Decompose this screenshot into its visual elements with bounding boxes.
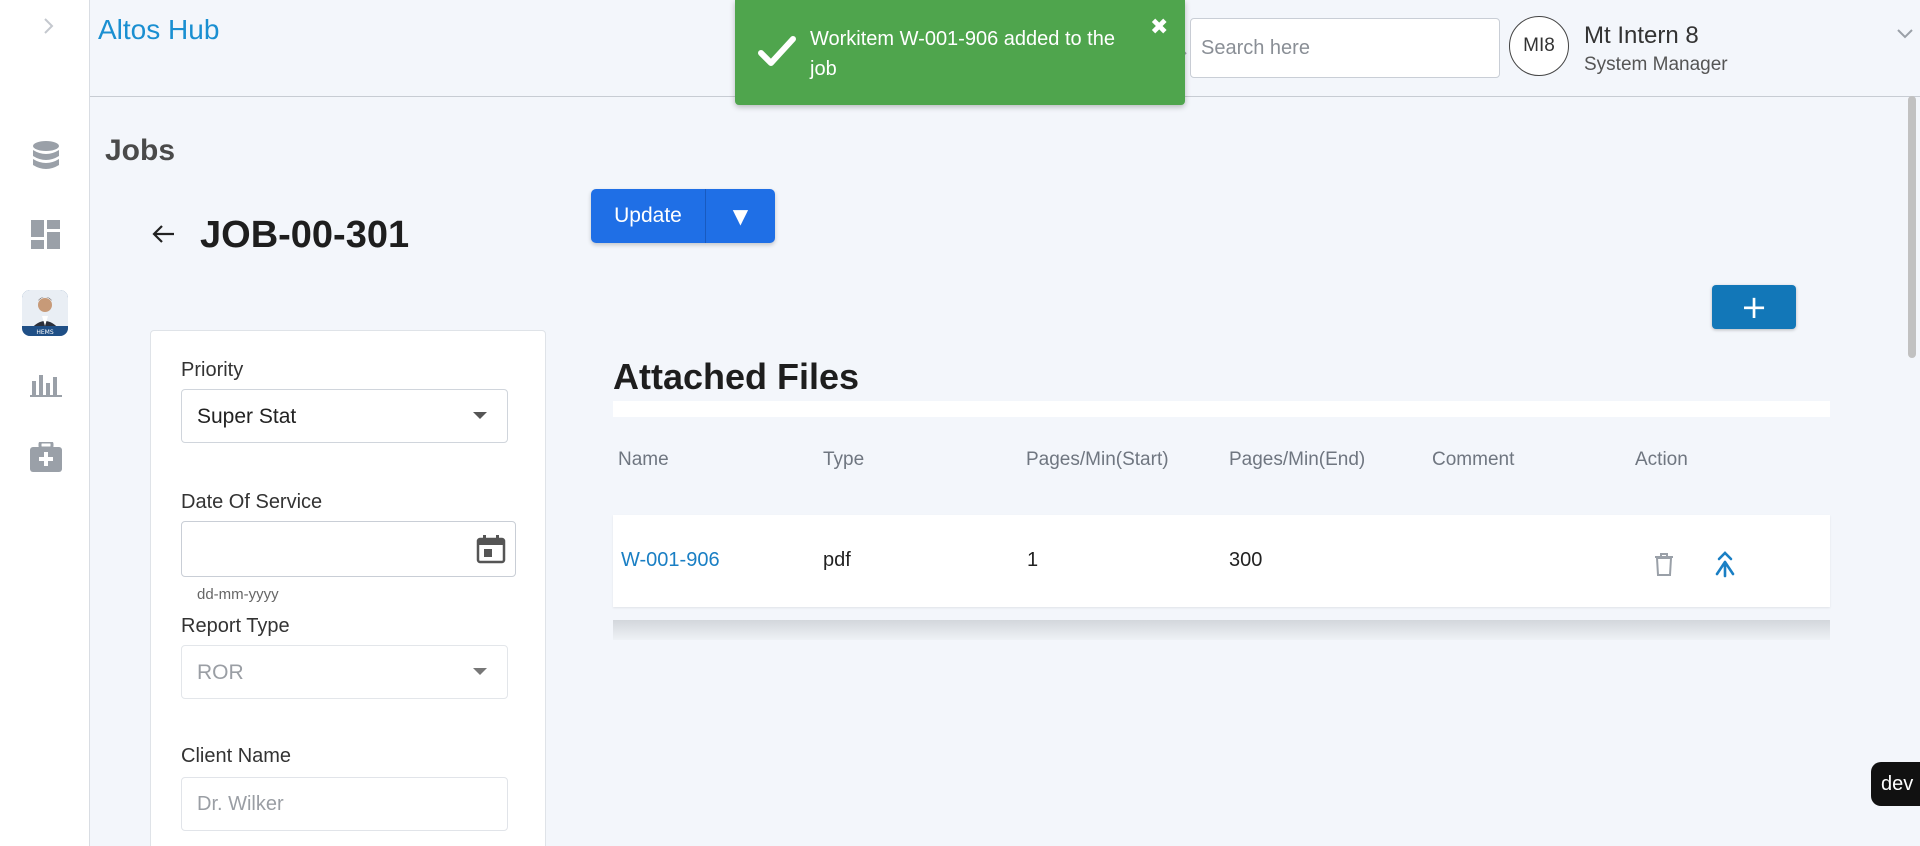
date-format-hint: dd-mm-yyyy bbox=[197, 586, 279, 603]
dropdown-caret-icon bbox=[473, 668, 487, 675]
table-top-band bbox=[613, 401, 1830, 417]
medical-kit-icon[interactable] bbox=[27, 438, 65, 476]
column-header-type: Type bbox=[823, 449, 865, 470]
user-name: Mt Intern 8 bbox=[1584, 22, 1699, 49]
user-role: System Manager bbox=[1584, 54, 1728, 75]
column-header-comment: Comment bbox=[1432, 449, 1515, 470]
calendar-icon[interactable] bbox=[475, 533, 507, 565]
report-type-select[interactable]: ROR bbox=[181, 645, 508, 699]
file-type: pdf bbox=[823, 549, 851, 571]
success-toast: Workitem W-001-906 added to the job ✖ bbox=[735, 0, 1185, 105]
bar-chart-icon[interactable] bbox=[27, 364, 65, 402]
table-row bbox=[613, 515, 1830, 607]
trash-icon[interactable] bbox=[1650, 550, 1678, 578]
priority-value: Super Stat bbox=[197, 405, 297, 428]
client-name-input[interactable]: Dr. Wilker bbox=[181, 777, 508, 831]
chevron-right-icon[interactable] bbox=[36, 14, 60, 38]
attached-files-title: Attached Files bbox=[613, 356, 860, 397]
hems-avatar-icon[interactable]: HEMS bbox=[22, 290, 68, 336]
search-input[interactable] bbox=[1201, 19, 1491, 77]
add-file-button[interactable]: + bbox=[1712, 285, 1796, 329]
priority-select[interactable]: Super Stat bbox=[181, 389, 508, 443]
pages-end: 300 bbox=[1229, 549, 1263, 571]
update-button[interactable]: Update bbox=[591, 189, 706, 243]
table-bottom-shadow bbox=[613, 620, 1830, 640]
client-name-label: Client Name bbox=[181, 745, 292, 767]
dropdown-caret-icon bbox=[473, 412, 487, 419]
close-icon[interactable]: ✖ bbox=[1150, 16, 1172, 38]
dashboard-icon[interactable] bbox=[27, 216, 65, 254]
date-of-service-label: Date Of Service bbox=[181, 491, 323, 513]
report-type-value: ROR bbox=[197, 661, 244, 684]
job-details-form: Priority Super Stat Date Of Service dd-m… bbox=[150, 330, 546, 846]
date-of-service-input[interactable] bbox=[181, 521, 516, 577]
merge-icon[interactable] bbox=[1711, 550, 1739, 578]
file-name-link[interactable]: W-001-906 bbox=[621, 549, 720, 572]
back-arrow-icon[interactable] bbox=[150, 222, 178, 246]
page-scrollbar[interactable] bbox=[1908, 96, 1916, 358]
update-dropdown-button[interactable]: ▼ bbox=[706, 189, 775, 243]
column-header-pages-start: Pages/Min(Start) bbox=[1026, 449, 1169, 470]
client-name-value: Dr. Wilker bbox=[197, 793, 284, 815]
toast-message: Workitem W-001-906 added to the job bbox=[810, 28, 1115, 80]
brand-title[interactable]: Altos Hub bbox=[98, 14, 219, 46]
job-title: JOB-00-301 bbox=[200, 214, 410, 256]
report-type-label: Report Type bbox=[181, 615, 290, 637]
page-title: Jobs bbox=[105, 134, 176, 167]
update-split-button: Update ▼ bbox=[591, 189, 775, 243]
priority-label: Priority bbox=[181, 359, 244, 381]
sidebar: HEMS bbox=[0, 0, 90, 846]
chevron-down-icon[interactable] bbox=[1894, 22, 1916, 44]
user-avatar[interactable]: MI8 bbox=[1509, 16, 1569, 76]
column-header-pages-end: Pages/Min(End) bbox=[1229, 449, 1366, 470]
column-header-action: Action bbox=[1635, 449, 1688, 470]
search-box bbox=[1190, 18, 1500, 78]
checkmark-icon bbox=[757, 34, 797, 70]
env-badge: dev bbox=[1871, 762, 1920, 806]
column-header-name: Name bbox=[618, 449, 669, 470]
svg-text:HEMS: HEMS bbox=[36, 329, 53, 336]
pages-start: 1 bbox=[1027, 549, 1039, 571]
database-icon[interactable] bbox=[27, 138, 65, 176]
